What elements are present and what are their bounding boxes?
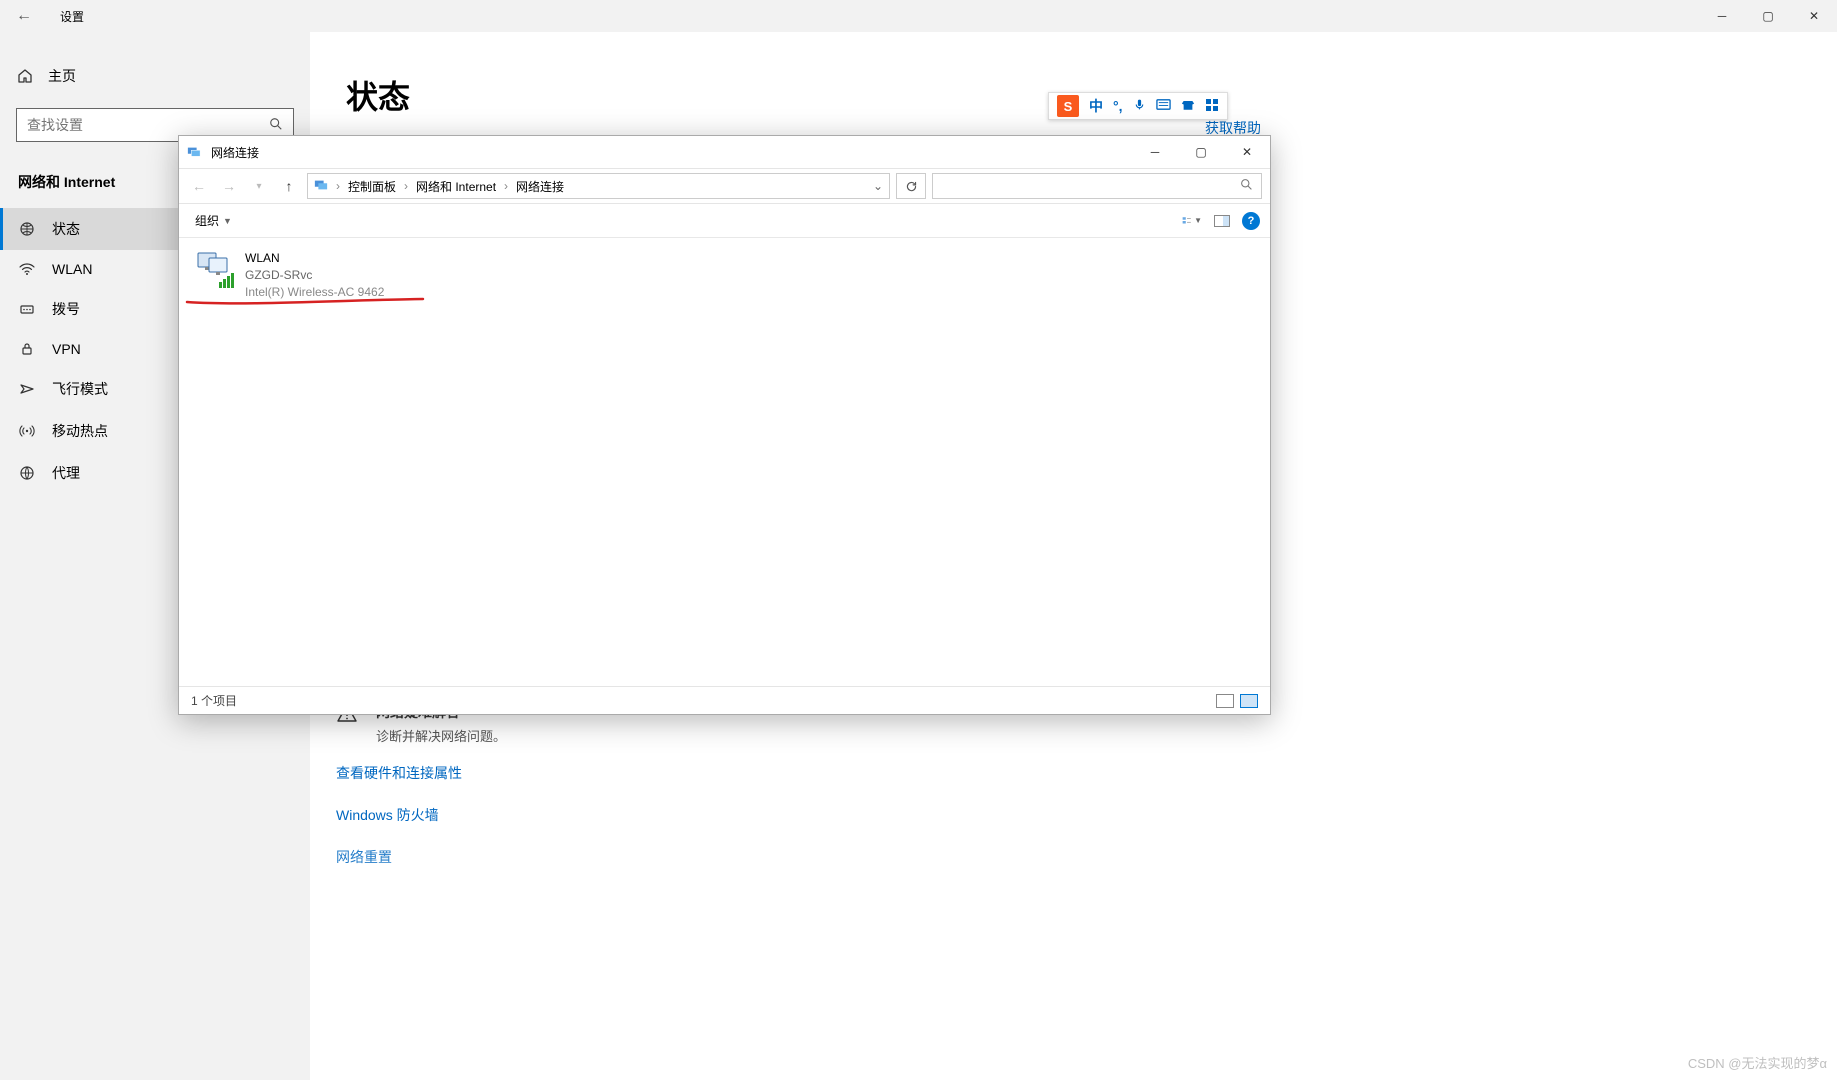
view-options-button[interactable]: ▼ [1182,211,1202,231]
wlan-adapter-icon [195,250,237,292]
search-icon [269,117,283,134]
nav-label: VPN [52,341,81,357]
chevron-down-icon: ▼ [223,216,232,226]
ime-toolbar[interactable]: S 中 °, [1048,92,1228,120]
link-hardware-props[interactable]: 查看硬件和连接属性 [336,763,1036,783]
airplane-icon [18,381,36,397]
nav-back-button[interactable]: ← [187,174,211,198]
organize-menu[interactable]: 组织 ▼ [189,208,238,233]
search-input[interactable] [27,117,269,133]
explorer-addressbar: ← → ▾ ↑ › 控制面板 › 网络和 Internet › 网络连接 ⌄ [179,168,1270,204]
details-view-button[interactable] [1216,694,1234,708]
search-icon [1240,178,1253,194]
explorer-titlebar: 网络连接 ─ ▢ ✕ [179,136,1270,168]
icons-view-button[interactable] [1240,694,1258,708]
ime-keyboard-icon[interactable] [1156,98,1171,114]
maximize-button[interactable]: ▢ [1745,0,1791,32]
nav-label: WLAN [52,261,92,277]
toolbar-right: ▼ ? [1182,211,1260,231]
explorer-content[interactable]: WLAN GZGD-SRvc Intel(R) Wireless-AC 9462 [179,238,1270,686]
proxy-icon [18,465,36,481]
network-connections-icon [187,144,203,160]
home-label: 主页 [48,66,76,86]
organize-label: 组织 [195,212,219,229]
breadcrumb-item[interactable]: 网络和 Internet [416,178,496,195]
explorer-search-box[interactable] [932,173,1262,199]
address-box[interactable]: › 控制面板 › 网络和 Internet › 网络连接 ⌄ [307,173,890,199]
ime-punct-icon[interactable]: °, [1113,98,1123,114]
breadcrumb-separator: › [500,179,512,193]
nav-label: 状态 [52,219,80,239]
window-controls: ─ ▢ ✕ [1699,0,1837,32]
nav-forward-button: → [217,174,241,198]
explorer-statusbar: 1 个项目 [179,686,1270,714]
troubleshoot-subtitle: 诊断并解决网络问题。 [376,726,506,745]
home-nav-item[interactable]: 主页 [0,56,310,96]
connection-ssid: GZGD-SRvc [245,267,384,284]
explorer-toolbar: 组织 ▼ ▼ ? [179,204,1270,238]
breadcrumb-item[interactable]: 控制面板 [348,178,396,195]
vpn-icon [18,341,36,357]
view-toggle-group [1216,694,1258,708]
nav-label: 代理 [52,463,80,483]
window-title: 设置 [48,8,84,25]
connection-name: WLAN [245,250,384,267]
nav-recent-dropdown[interactable]: ▾ [247,174,271,198]
item-count: 1 个项目 [191,692,237,709]
close-button[interactable]: ✕ [1791,0,1837,32]
ime-lang[interactable]: 中 [1089,96,1103,116]
annotation-underline [185,296,425,310]
help-button[interactable]: ? [1242,212,1260,230]
nav-label: 飞行模式 [52,379,108,399]
breadcrumb-item[interactable]: 网络连接 [516,178,564,195]
minimize-button[interactable]: ─ [1699,0,1745,32]
sogou-logo-icon[interactable]: S [1057,95,1079,117]
explorer-window: 网络连接 ─ ▢ ✕ ← → ▾ ↑ › 控制面板 › 网络和 Internet… [178,135,1271,715]
explorer-minimize-button[interactable]: ─ [1132,136,1178,168]
watermark: CSDN @无法实现的梦α [1688,1053,1827,1072]
ime-mic-icon[interactable] [1133,98,1146,114]
breadcrumb-separator: › [400,179,412,193]
hotspot-icon [18,423,36,439]
link-firewall[interactable]: Windows 防火墙 [336,805,1036,825]
explorer-title: 网络连接 [211,144,259,161]
ime-toolbox-icon[interactable] [1205,98,1219,115]
explorer-close-button[interactable]: ✕ [1224,136,1270,168]
settings-titlebar: ← 设置 ─ ▢ ✕ [0,0,1837,32]
dialup-icon [18,301,36,317]
nav-label: 拨号 [52,299,80,319]
nav-label: 移动热点 [52,421,108,441]
nav-up-button[interactable]: ↑ [277,174,301,198]
wifi-icon [18,261,36,277]
explorer-window-controls: ─ ▢ ✕ [1132,136,1270,168]
connection-text: WLAN GZGD-SRvc Intel(R) Wireless-AC 9462 [245,250,384,300]
refresh-button[interactable] [896,173,926,199]
preview-pane-button[interactable] [1212,211,1232,231]
explorer-maximize-button[interactable]: ▢ [1178,136,1224,168]
link-network-reset[interactable]: 网络重置 [336,847,1036,867]
back-button[interactable]: ← [0,7,48,25]
bottom-links-area: 网络疑难解答 诊断并解决网络问题。 查看硬件和连接属性 Windows 防火墙 … [336,702,1036,889]
ime-skin-icon[interactable] [1181,98,1195,114]
address-dropdown-icon[interactable]: ⌄ [865,179,883,193]
home-icon [16,68,34,84]
status-icon [18,221,36,237]
breadcrumb-separator: › [332,179,344,193]
breadcrumb-root-icon [314,178,328,195]
